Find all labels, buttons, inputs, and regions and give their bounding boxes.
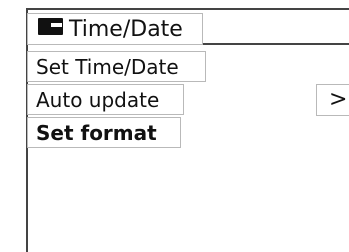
menu-item-auto-update[interactable]: Auto update bbox=[27, 84, 184, 115]
display-icon bbox=[38, 18, 63, 35]
menu-item-label: Set Time/Date bbox=[36, 55, 179, 79]
menu-item-set-format[interactable]: Set format bbox=[27, 117, 181, 148]
header-divider bbox=[203, 43, 349, 45]
chevron-right-icon: > bbox=[329, 87, 348, 112]
menu-item-label: Set format bbox=[36, 121, 157, 145]
page-title: Time/Date bbox=[69, 17, 183, 42]
menu-item-label: Auto update bbox=[36, 88, 160, 112]
menu-item-set-time-date[interactable]: Set Time/Date bbox=[27, 51, 206, 82]
